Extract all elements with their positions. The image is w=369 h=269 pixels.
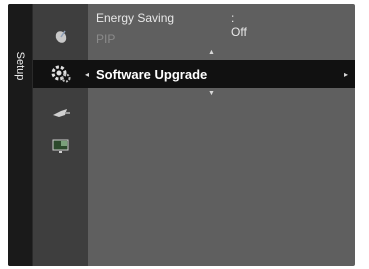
category-channel[interactable] bbox=[33, 18, 88, 54]
tv-menu-screen: Setup Energy Saving : Off PIP ▲ ◂ Softwa… bbox=[8, 4, 355, 266]
satellite-dish-icon bbox=[55, 30, 66, 43]
menu-item-software-upgrade[interactable]: Software Upgrade bbox=[96, 67, 207, 82]
setup-tab-label: Setup bbox=[14, 51, 26, 81]
menu-item-energy-saving[interactable]: Energy Saving : Off bbox=[96, 11, 247, 39]
category-application[interactable] bbox=[33, 128, 88, 164]
scroll-up-arrow-icon[interactable]: ▲ bbox=[208, 49, 215, 56]
setup-category-tab[interactable]: Setup bbox=[8, 4, 33, 266]
menu-item-label: Energy Saving bbox=[96, 11, 175, 25]
input-plug-icon bbox=[52, 109, 70, 117]
picture-in-picture-icon bbox=[52, 139, 68, 153]
menu-item-pip: PIP bbox=[96, 32, 115, 46]
scroll-down-arrow-icon[interactable]: ▼ bbox=[208, 90, 215, 97]
category-input[interactable] bbox=[33, 96, 88, 132]
menu-item-label: PIP bbox=[96, 32, 116, 46]
category-setup[interactable] bbox=[33, 56, 88, 92]
menu-item-value: : Off bbox=[231, 11, 247, 39]
left-arrow-icon: ◂ bbox=[85, 70, 90, 79]
gear-icon bbox=[51, 65, 70, 83]
right-arrow-icon: ▸ bbox=[344, 70, 349, 79]
